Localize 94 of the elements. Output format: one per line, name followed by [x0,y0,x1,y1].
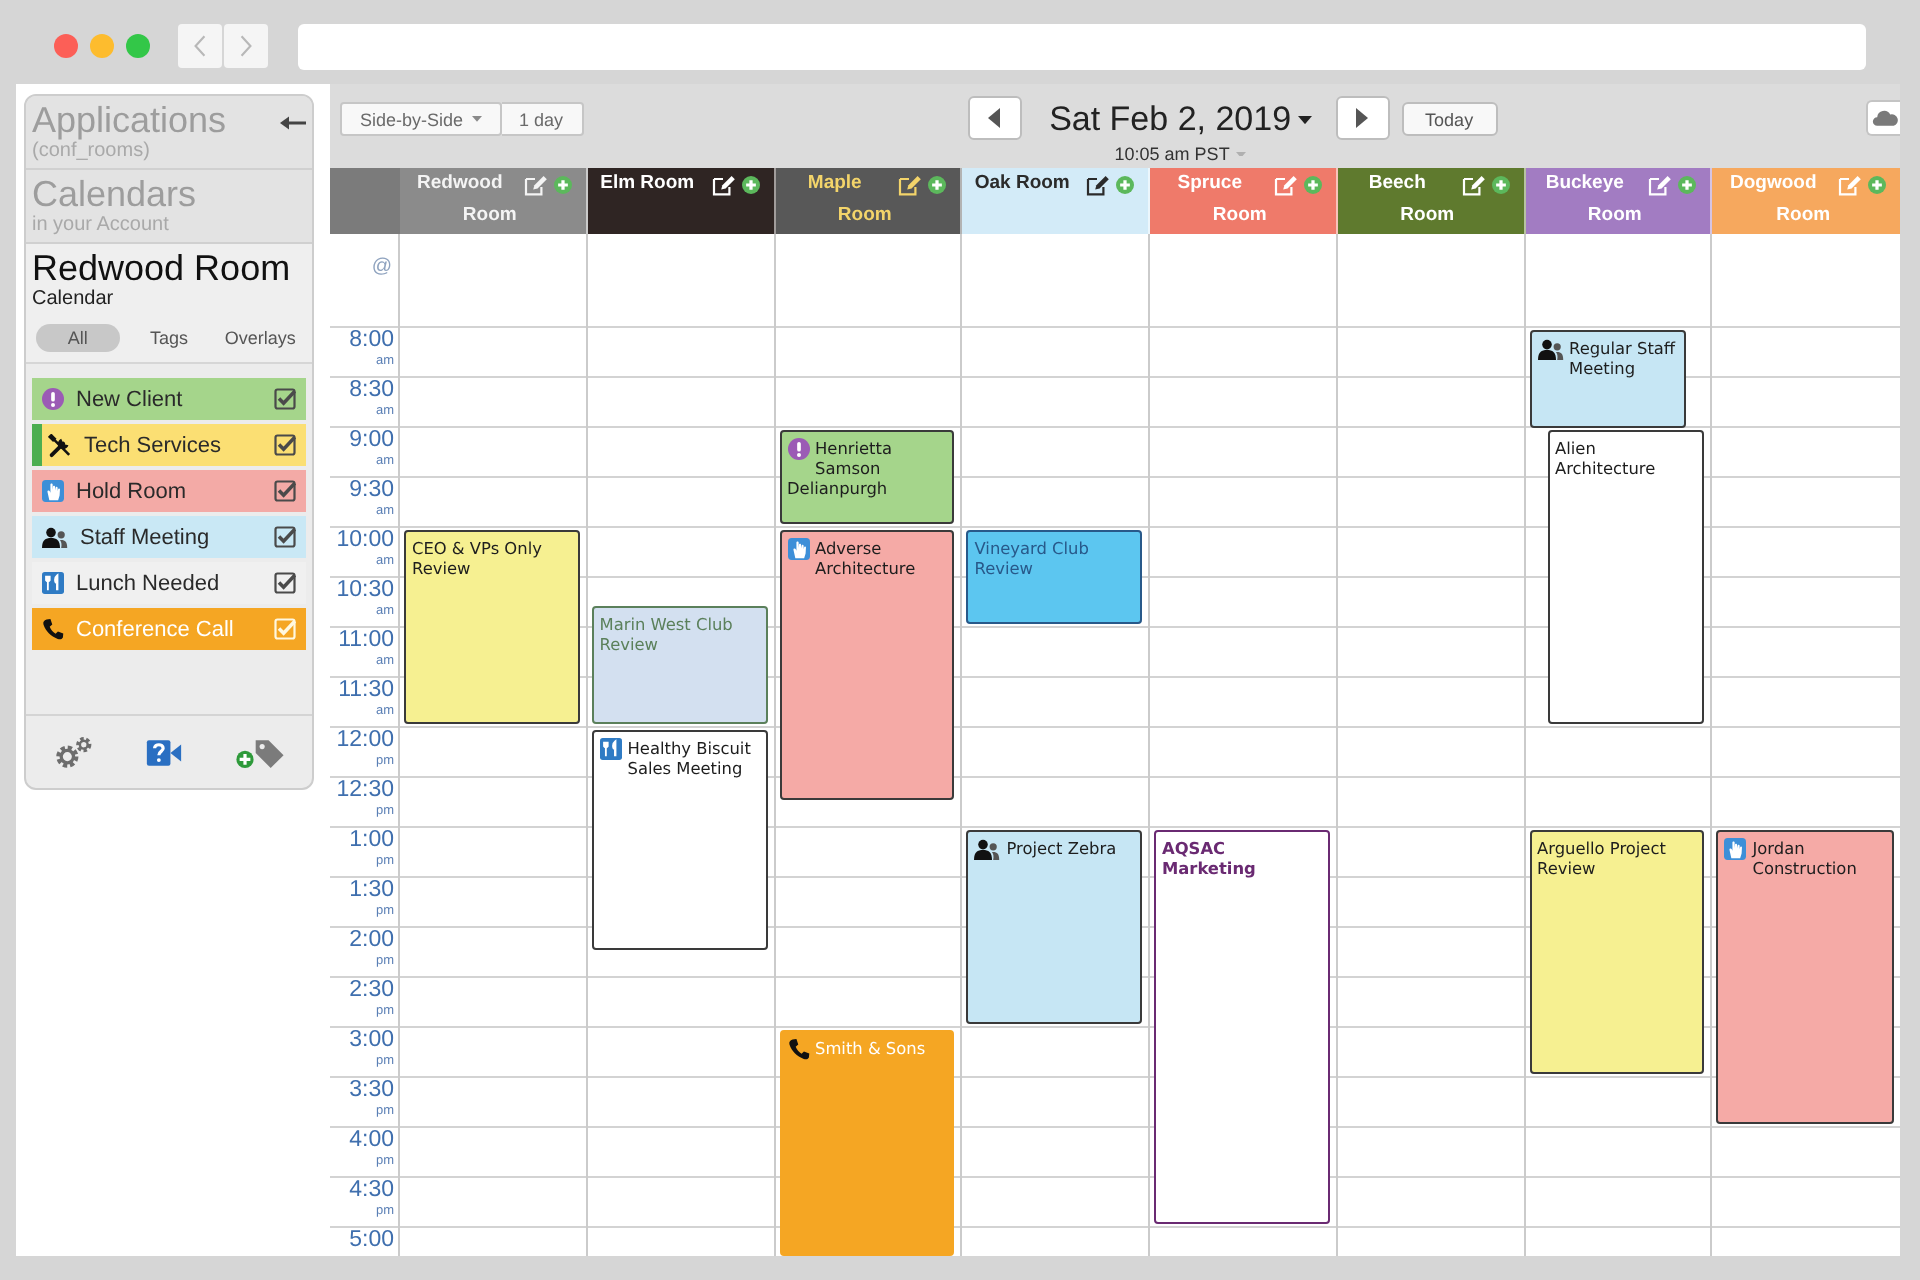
time-label: 9:00 [349,428,394,454]
tag-item[interactable]: Hold Room [32,470,306,512]
section-subtitle: (conf_rooms) [32,140,152,162]
triangle-left-icon [988,108,1001,128]
address-field[interactable] [298,23,1866,69]
time-label: 4:30 [349,1178,394,1204]
room-name: Spruce Room [1177,172,1267,226]
view-button[interactable]: 1 day [501,102,584,136]
time-label: 11:00 [338,628,394,654]
add-icon[interactable] [928,176,947,194]
cloud-button[interactable] [1866,100,1900,136]
time-label: 3:00 [349,1028,394,1054]
people-icon [42,526,68,548]
filter-tab[interactable]: All [36,324,120,352]
time-label: 8:00 [349,328,394,354]
time-label: 10:30 [336,578,394,604]
event-card[interactable]: Healthy Biscuit Sales Meeting [591,730,767,949]
time-label: 12:00 [336,728,394,754]
time-label: 9:30 [349,478,394,504]
time-column-header [330,168,400,234]
arrow-left-icon[interactable] [280,116,306,130]
section-subtitle: in your Account [32,214,171,236]
room-name: Elm Room [600,172,695,194]
time-label: 5:00 [349,1228,394,1254]
cloud-icon [1871,108,1897,128]
edit-icon[interactable] [711,174,735,196]
section-title: Redwood Room [32,248,291,288]
gears-icon[interactable] [53,736,92,768]
event-card[interactable]: Arguello Project Review [1529,830,1705,1074]
add-icon[interactable] [741,176,759,194]
time-label: 1:30 [349,878,394,904]
event-card[interactable]: Regular Staff Meeting [1529,330,1687,428]
fork-knife-icon [42,572,64,594]
all-day-marker: @ [371,256,392,278]
tools-icon [48,433,72,457]
triangle-right-icon [1356,108,1369,128]
add-tag-icon[interactable] [236,737,285,767]
section-subtitle: Calendar [32,288,116,310]
caret-icon [1235,151,1246,157]
checkbox[interactable] [274,572,296,594]
people-icon [1537,338,1563,360]
chevron-left-icon [192,34,208,58]
alert-icon [42,388,64,410]
filter-tab[interactable]: Tags [127,324,211,352]
caret-icon [1297,115,1312,125]
time-label: 2:30 [349,978,394,1004]
today-button[interactable]: Today [1401,102,1498,136]
room-name: Oak Room [974,172,1070,194]
help-video-icon[interactable] [145,737,182,767]
tag-item[interactable]: Staff Meeting [32,516,306,558]
chevron-right-icon [238,34,254,58]
hand-icon [787,538,809,560]
time-label: 3:30 [349,1078,394,1104]
time-label: 2:00 [349,928,394,954]
event-card[interactable]: Project Zebra [966,830,1142,1024]
event-card[interactable]: Alien Architecture [1547,430,1705,724]
time-label: 8:30 [349,378,394,404]
time-label: 10:00 [336,528,394,554]
room-name: Redwood Room [417,172,517,226]
filter-tab[interactable]: Overlays [218,324,303,352]
date-picker[interactable]: Sat Feb 2, 2019 [1049,100,1312,140]
event-card[interactable]: Vineyard Club Review [966,530,1142,624]
tag-item[interactable]: Lunch Needed [32,562,306,604]
event-card[interactable]: Jordan Construction [1716,830,1894,1124]
room-name: Beech Room [1368,172,1455,226]
checkbox[interactable] [274,434,296,456]
event-card[interactable]: Adverse Architecture [779,530,955,799]
time-label: 11:30 [338,678,394,704]
next-day-button[interactable] [1335,96,1390,140]
edit-icon[interactable] [1086,174,1110,196]
view-button[interactable]: Side-by-Side [340,102,502,136]
checkbox[interactable] [274,388,296,410]
time-label: 4:00 [349,1128,394,1154]
room-name: Maple Room [807,172,892,226]
phone-icon [787,1038,809,1060]
fork-knife-icon [599,738,622,760]
alert-icon [787,438,809,460]
event-card[interactable]: Henrietta Samson Delianpurgh [779,430,955,524]
room-name: Buckeye Room [1545,172,1642,226]
hand-icon [1724,838,1747,860]
time-label: 12:30 [336,778,394,804]
timezone-picker[interactable]: 10:05 am PST [1114,144,1246,164]
time-label: 1:00 [349,828,394,854]
checkbox[interactable] [274,526,296,548]
previous-day-button[interactable] [967,96,1022,140]
tag-item[interactable]: New Client [32,378,306,420]
tag-item[interactable]: Tech Services [32,424,306,466]
hand-icon [42,480,64,502]
room-name: Dogwood Room [1729,172,1831,226]
event-card[interactable]: CEO & VPs Only Review [404,530,580,724]
people-icon [974,838,1001,860]
event-card[interactable]: AQSAC Marketing [1154,830,1330,1224]
checkbox[interactable] [274,480,296,502]
phone-icon [42,618,64,640]
